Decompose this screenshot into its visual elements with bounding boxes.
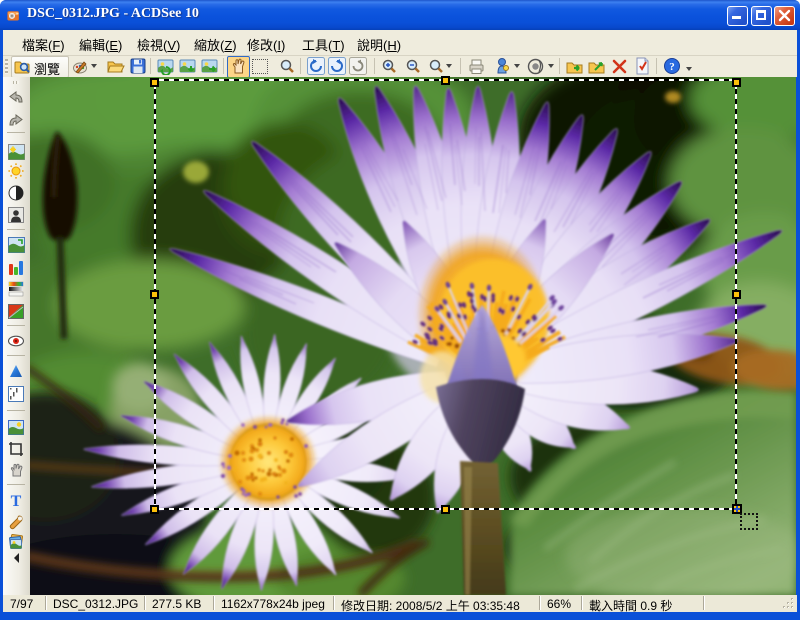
svg-text:?: ? xyxy=(669,61,675,73)
svg-text:T: T xyxy=(11,493,22,509)
